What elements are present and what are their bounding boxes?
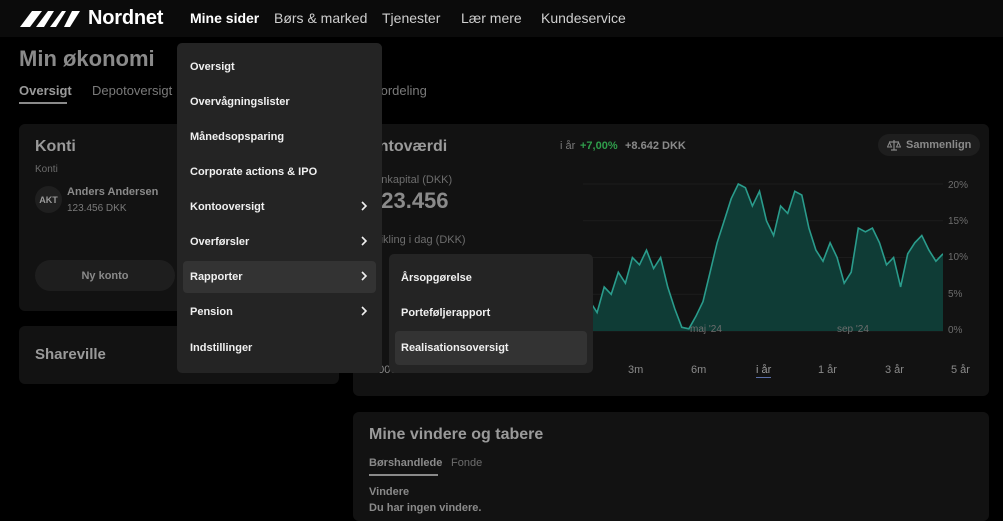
chevron-right-icon — [361, 236, 368, 246]
submenu-item-label: Årsopgørelse — [401, 272, 472, 284]
range-3-aar[interactable]: 3 år — [885, 364, 904, 376]
menu-item-label: Corporate actions & IPO — [190, 166, 318, 178]
submenu-item-aarsopgoerelse[interactable]: Årsopgørelse — [395, 261, 587, 295]
tab-depotoversigt[interactable]: Depotoversigt — [92, 83, 172, 98]
nordnet-logo-icon — [20, 11, 80, 27]
kontovaerdi-chart[interactable] — [583, 174, 943, 339]
menu-item-pension[interactable]: Pension — [183, 296, 376, 328]
winners-empty-text: Du har ingen vindere. — [369, 502, 482, 514]
submenu-item-label: Realisationsoversigt — [401, 342, 509, 354]
range-5-aar[interactable]: 5 år — [951, 364, 970, 376]
new-account-button[interactable]: Ny konto — [35, 260, 175, 291]
y-tick-label: 15% — [948, 216, 969, 227]
menu-item-kontooversigt[interactable]: Kontooversigt — [183, 191, 376, 223]
submenu-item-label: Porteføljerapport — [401, 307, 491, 319]
winners-card: Mine vindere og tabere Børshandlede Fond… — [353, 412, 989, 521]
menu-item-overvaagningslister[interactable]: Overvågningslister — [183, 86, 376, 118]
period-label: i år — [560, 140, 576, 152]
menu-item-label: Overvågningslister — [190, 96, 290, 108]
range-i-aar[interactable]: i år — [756, 364, 772, 378]
x-tick-label: maj '24 — [690, 324, 722, 335]
nordnet-logo[interactable]: Nordnet — [20, 7, 163, 29]
menu-item-label: Oversigt — [190, 61, 235, 73]
chevron-right-icon — [361, 271, 368, 281]
chevron-right-icon — [361, 201, 368, 211]
konti-title: Konti — [35, 138, 76, 155]
active-tab-indicator — [369, 474, 438, 476]
menu-item-indstillinger[interactable]: Indstillinger — [183, 332, 376, 364]
konti-subtitle: Konti — [35, 164, 58, 175]
return-percent: +7,00% — [580, 140, 618, 152]
y-tick-label: 5% — [948, 289, 963, 300]
mine-sider-dropdown: Oversigt Overvågningslister Månedsopspar… — [177, 43, 382, 373]
compare-label: Sammenlign — [906, 139, 972, 151]
chevron-right-icon — [361, 306, 368, 316]
nav-kundeservice[interactable]: Kundeservice — [541, 10, 626, 26]
return-amount: +8.642 DKK — [625, 140, 686, 152]
udvikling-label: dvikling i dag (DKK) — [369, 234, 466, 246]
range-3m[interactable]: 3m — [628, 364, 643, 376]
menu-item-label: Kontooversigt — [190, 201, 265, 213]
menu-item-label: Pension — [190, 306, 233, 318]
nav-laer-mere[interactable]: Lær mere — [461, 10, 522, 26]
submenu-item-portefoeljerapport[interactable]: Porteføljerapport — [395, 296, 587, 330]
tab-fonde[interactable]: Fonde — [451, 457, 482, 469]
top-navigation: Nordnet Mine sider Børs & marked Tjenest… — [0, 0, 1003, 37]
tab-oversigt[interactable]: Oversigt — [19, 83, 72, 98]
menu-item-corporate-actions[interactable]: Corporate actions & IPO — [183, 156, 376, 188]
menu-item-label: Rapporter — [190, 271, 243, 283]
nav-mine-sider[interactable]: Mine sider — [190, 10, 259, 26]
menu-item-oversigt[interactable]: Oversigt — [183, 51, 376, 83]
tab-boershandlede[interactable]: Børshandlede — [369, 457, 442, 469]
account-name[interactable]: Anders Andersen — [67, 186, 158, 198]
range-6m[interactable]: 6m — [691, 364, 706, 376]
account-avatar: AKT — [35, 186, 62, 213]
menu-item-label: Månedsopsparing — [190, 131, 285, 143]
winners-title: Mine vindere og tabere — [369, 426, 544, 443]
shareville-title[interactable]: Shareville — [35, 346, 106, 363]
menu-item-overfoersler[interactable]: Overførsler — [183, 226, 376, 258]
page-title: Min økonomi — [19, 46, 155, 71]
tab-fordeling[interactable]: fordeling — [377, 83, 427, 98]
menu-item-rapporter[interactable]: Rapporter — [183, 261, 376, 293]
menu-item-label: Indstillinger — [190, 342, 253, 354]
winners-heading: Vindere — [369, 486, 410, 498]
nav-boers-marked[interactable]: Børs & marked — [274, 10, 367, 26]
logo-text: Nordnet — [88, 6, 164, 29]
y-tick-label: 10% — [948, 252, 969, 263]
menu-item-maanedsopsparing[interactable]: Månedsopsparing — [183, 121, 376, 153]
y-tick-label: 20% — [948, 180, 969, 191]
x-tick-label: sep '24 — [837, 324, 869, 335]
account-value: 123.456 DKK — [67, 203, 127, 214]
compare-button[interactable]: Sammenlign — [878, 134, 981, 156]
submenu-item-realisationsoversigt[interactable]: Realisationsoversigt — [395, 331, 587, 365]
menu-item-label: Overførsler — [190, 236, 250, 248]
range-1-aar[interactable]: 1 år — [818, 364, 837, 376]
nav-tjenester[interactable]: Tjenester — [382, 10, 440, 26]
y-tick-label: 0% — [948, 325, 963, 336]
rapporter-submenu: Årsopgørelse Porteføljerapport Realisati… — [389, 254, 593, 373]
active-tab-indicator — [19, 102, 67, 104]
scale-icon — [887, 140, 901, 151]
